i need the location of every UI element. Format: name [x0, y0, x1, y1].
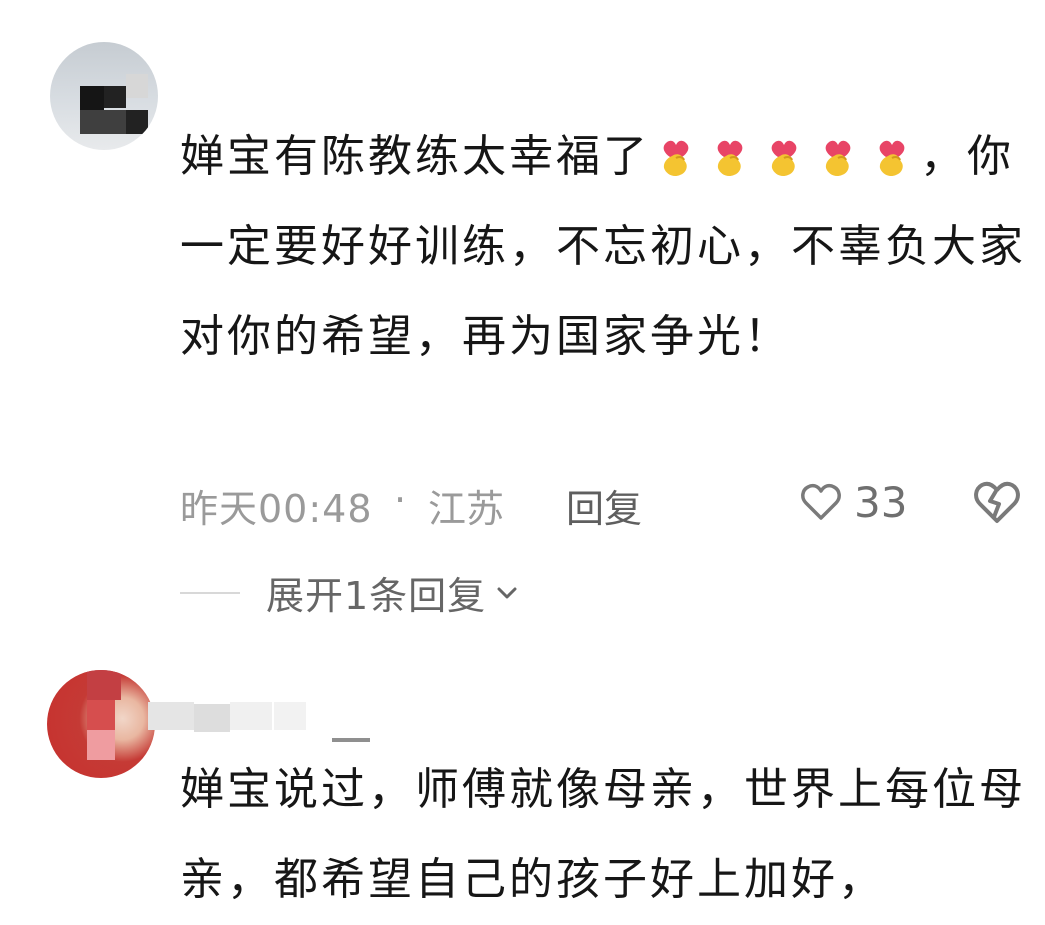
username-mosaic-block: [274, 702, 306, 730]
username-mosaic-block: [194, 704, 230, 732]
heart-outline-icon: [801, 483, 841, 520]
comment-time: 昨天00:48: [180, 487, 373, 531]
avatar-mosaic-block: [126, 110, 148, 134]
username-mosaic-block: [230, 702, 272, 730]
avatar-mosaic-block: [80, 86, 104, 110]
comment-text-part: 婵宝有陈教练太幸福了: [180, 131, 650, 182]
finger-heart-emoji: [879, 140, 905, 177]
reply-button[interactable]: 回复: [566, 478, 642, 533]
like-button[interactable]: 33: [800, 476, 907, 528]
comment-text: 婵宝说过，师傅就像母亲，世界上每位母亲，都希望自己的孩子好上加好，: [180, 764, 1026, 905]
comment-location: 江苏: [428, 487, 505, 531]
finger-heart-emoji: [663, 140, 689, 177]
avatar-mosaic-block: [80, 110, 126, 134]
finger-heart-emoji: [717, 140, 743, 177]
comment-meta-row: 昨天00:48 · 江苏 回复 33: [180, 472, 1030, 531]
finger-heart-emoji: [825, 140, 851, 177]
avatar-mosaic-block: [126, 74, 148, 98]
comment-text: 婵宝有陈教练太幸福了 ，你一定要好好训练，不忘初心，不辜负大家对你的希望，再为国家…: [180, 112, 1040, 382]
expand-replies-label: 展开1条回复: [266, 574, 487, 618]
avatar-mosaic-block: [87, 730, 115, 760]
avatar[interactable]: [47, 670, 155, 778]
username-mosaic-block: [148, 702, 194, 730]
finger-heart-emoji: [771, 140, 797, 177]
meta-separator: ·: [394, 478, 407, 522]
avatar-mosaic-block: [87, 700, 115, 730]
broken-heart-icon[interactable]: [972, 479, 1022, 527]
chevron-down-icon: [497, 587, 517, 598]
expand-divider-line: [180, 591, 240, 594]
username-mosaic-block: [332, 738, 370, 742]
avatar-mosaic-block: [104, 86, 126, 108]
avatar[interactable]: [50, 42, 158, 150]
like-count: 33: [854, 477, 908, 527]
emoji-group: [650, 131, 920, 182]
avatar-mosaic-block: [87, 670, 121, 700]
username-blurred[interactable]: [148, 688, 378, 746]
expand-replies-row[interactable]: 展开1条回复: [180, 565, 522, 620]
